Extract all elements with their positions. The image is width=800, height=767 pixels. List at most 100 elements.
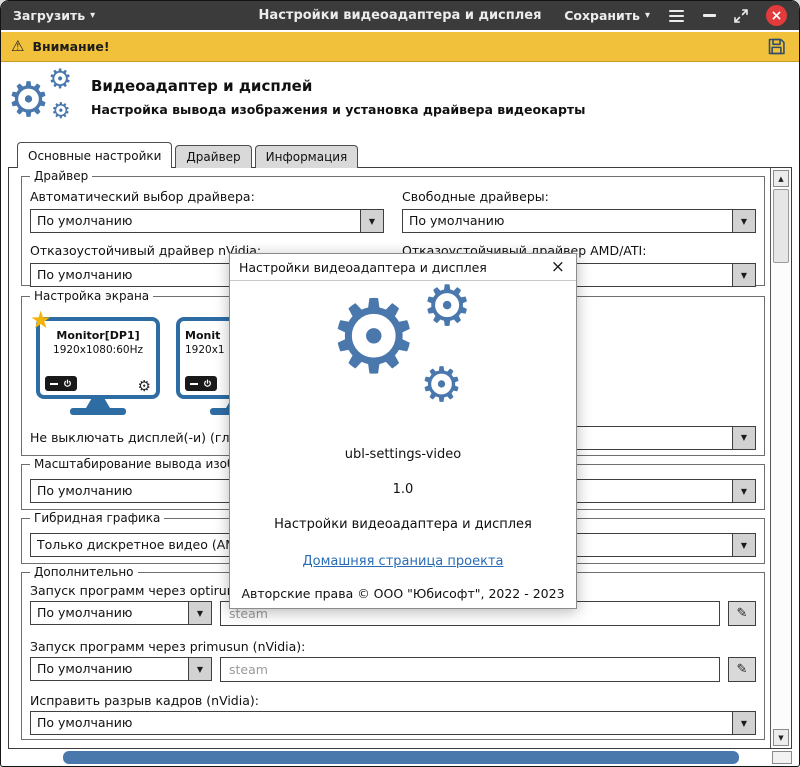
monitor-disable-icon[interactable] [190,383,198,385]
titlebar-actions: Сохранить ▾ × [564,5,787,26]
chevron-down-icon: ▼ [360,210,383,232]
about-dialog-titlebar: Настройки видеоадаптера и дисплея × [230,254,576,281]
free-drivers-value: По умолчанию [403,210,732,232]
monitor-disable-icon[interactable] [50,383,58,385]
gear-icon: ⚙ [420,361,463,409]
about-copyright: Авторские права © ООО "Юбисофт", 2022 - … [230,586,576,601]
about-app-name: ubl-settings-video [230,447,576,462]
about-link-row: Домашняя страница проекта [230,550,576,569]
monitor-controls [185,376,217,391]
about-gears-logo: ⚙ ⚙ ⚙ [230,287,576,437]
hamburger-icon [669,20,684,22]
about-homepage-link[interactable]: Домашняя страница проекта [303,554,504,569]
floppy-disk-icon [766,36,787,57]
field-free-drivers: Свободные драйверы: По умолчанию ▼ [402,189,756,233]
minimize-button[interactable] [703,14,716,17]
group-scaling-legend: Масштабирование вывода изобр [30,457,246,471]
dpms-label: Не выключать дисплей(-и) (глоба [30,430,252,445]
chevron-down-icon: ▼ [188,602,211,624]
monitor-controls [45,376,77,391]
primusrun-app-input[interactable] [220,657,720,682]
horizontal-scrollbar-thumb[interactable] [63,751,739,764]
power-icon[interactable] [63,379,72,388]
tab-main-settings[interactable]: Основные настройки [17,142,172,168]
power-icon[interactable] [203,379,212,388]
about-dialog-title: Настройки видеоадаптера и дисплея [239,260,487,275]
tab-bar: Основные настройки Драйвер Информация [1,140,799,167]
page-title: Видеоадаптер и дисплей [91,77,585,95]
save-button[interactable]: Сохранить ▾ [564,8,650,23]
tearfree-select[interactable]: По умолчанию ▼ [30,711,756,735]
chevron-down-icon: ▼ [732,264,755,286]
vertical-scrollbar-thumb[interactable] [773,189,789,263]
about-dialog: Настройки видеоадаптера и дисплея × ⚙ ⚙ … [229,253,577,609]
group-hybrid-legend: Гибридная графика [30,511,164,525]
horizontal-scrollbar[interactable] [8,749,792,766]
about-dialog-body: ⚙ ⚙ ⚙ ubl-settings-video 1.0 Настройки в… [230,287,576,601]
gears-logo-icon: ⚙ ⚙ ⚙ [1,62,91,140]
tab-driver[interactable]: Драйвер [175,145,251,168]
optirun-select[interactable]: По умолчанию ▼ [30,601,212,625]
header-text: Видеоадаптер и дисплей Настройка вывода … [91,62,585,117]
group-additional-legend: Дополнительно [30,565,138,579]
gear-icon: ⚙ [48,66,72,93]
warning-bar: ⚠ Внимание! [1,32,799,62]
gear-icon: ⚙ [328,287,419,389]
primusrun-value: По умолчанию [31,658,188,680]
scroll-down-button[interactable]: ▼ [773,729,789,746]
monitor-stand [86,399,110,408]
monitor-settings-icon[interactable]: ⚙ [138,379,151,394]
resize-corner[interactable] [772,751,792,764]
edit-pencil-icon: ✎ [737,606,748,621]
monitor-name: Monitor[DP1] [40,329,156,342]
page-header: ⚙ ⚙ ⚙ Видеоадаптер и дисплей Настройка в… [1,62,799,140]
primusrun-edit-button[interactable]: ✎ [728,657,756,682]
auto-driver-select[interactable]: По умолчанию ▼ [30,209,384,233]
free-drivers-select[interactable]: По умолчанию ▼ [402,209,756,233]
menu-button[interactable] [667,8,686,24]
load-button-label: Загрузить [13,8,85,23]
close-button[interactable]: × [766,5,787,26]
titlebar: Загрузить ▾ Настройки видеоадаптера и ди… [1,1,799,32]
about-dialog-close-button[interactable]: × [549,259,567,276]
load-button[interactable]: Загрузить ▾ [13,8,95,23]
save-config-button[interactable] [766,36,789,57]
monitor-frame: ★ Monitor[DP1] 1920x1080:60Hz ⚙ [36,317,160,399]
gear-icon: ⚙ [7,76,50,124]
gear-icon: ⚙ [422,279,472,335]
primusrun-select[interactable]: По умолчанию ▼ [30,657,212,681]
tearfree-label: Исправить разрыв кадров (nVidia): [30,693,259,708]
scroll-down-icon: ▼ [778,734,783,742]
hamburger-icon [669,10,684,12]
app-window: Загрузить ▾ Настройки видеоадаптера и ди… [0,0,800,767]
caret-down-icon: ▾ [90,11,95,21]
chevron-down-icon: ▼ [188,658,211,680]
scroll-up-button[interactable]: ▲ [773,170,789,187]
scroll-up-icon: ▲ [778,175,783,183]
chevron-down-icon: ▼ [732,480,755,502]
maximize-button[interactable] [733,8,749,24]
tearfree-value: По умолчанию [31,712,732,734]
chevron-down-icon: ▼ [732,534,755,556]
hamburger-icon [669,15,684,17]
chevron-down-icon: ▼ [732,712,755,734]
auto-driver-label: Автоматический выбор драйвера: [30,189,384,204]
minimize-icon [703,14,716,17]
monitor-widget[interactable]: ★ Monitor[DP1] 1920x1080:60Hz ⚙ [36,317,160,415]
warning-label: Внимание! [32,39,109,54]
window-title: Настройки видеоадаптера и дисплея [259,8,542,23]
group-screen-legend: Настройка экрана [30,289,153,303]
save-button-label: Сохранить [564,8,640,23]
tab-information[interactable]: Информация [255,145,359,168]
primusrun-label: Запуск программ через primusun (nVidia): [30,639,305,654]
optirun-edit-button[interactable]: ✎ [728,601,756,626]
monitor-base [70,408,126,415]
gear-icon: ⚙ [51,101,71,123]
optirun-value: По умолчанию [31,602,188,624]
primusrun-row: По умолчанию ▼ ✎ [30,657,756,682]
favorite-star-icon[interactable]: ★ [30,308,52,332]
vertical-scrollbar[interactable]: ▲ ▼ [770,168,791,748]
expand-icon [733,8,749,24]
edit-pencil-icon: ✎ [737,662,748,677]
monitor-resolution: 1920x1080:60Hz [40,344,156,356]
